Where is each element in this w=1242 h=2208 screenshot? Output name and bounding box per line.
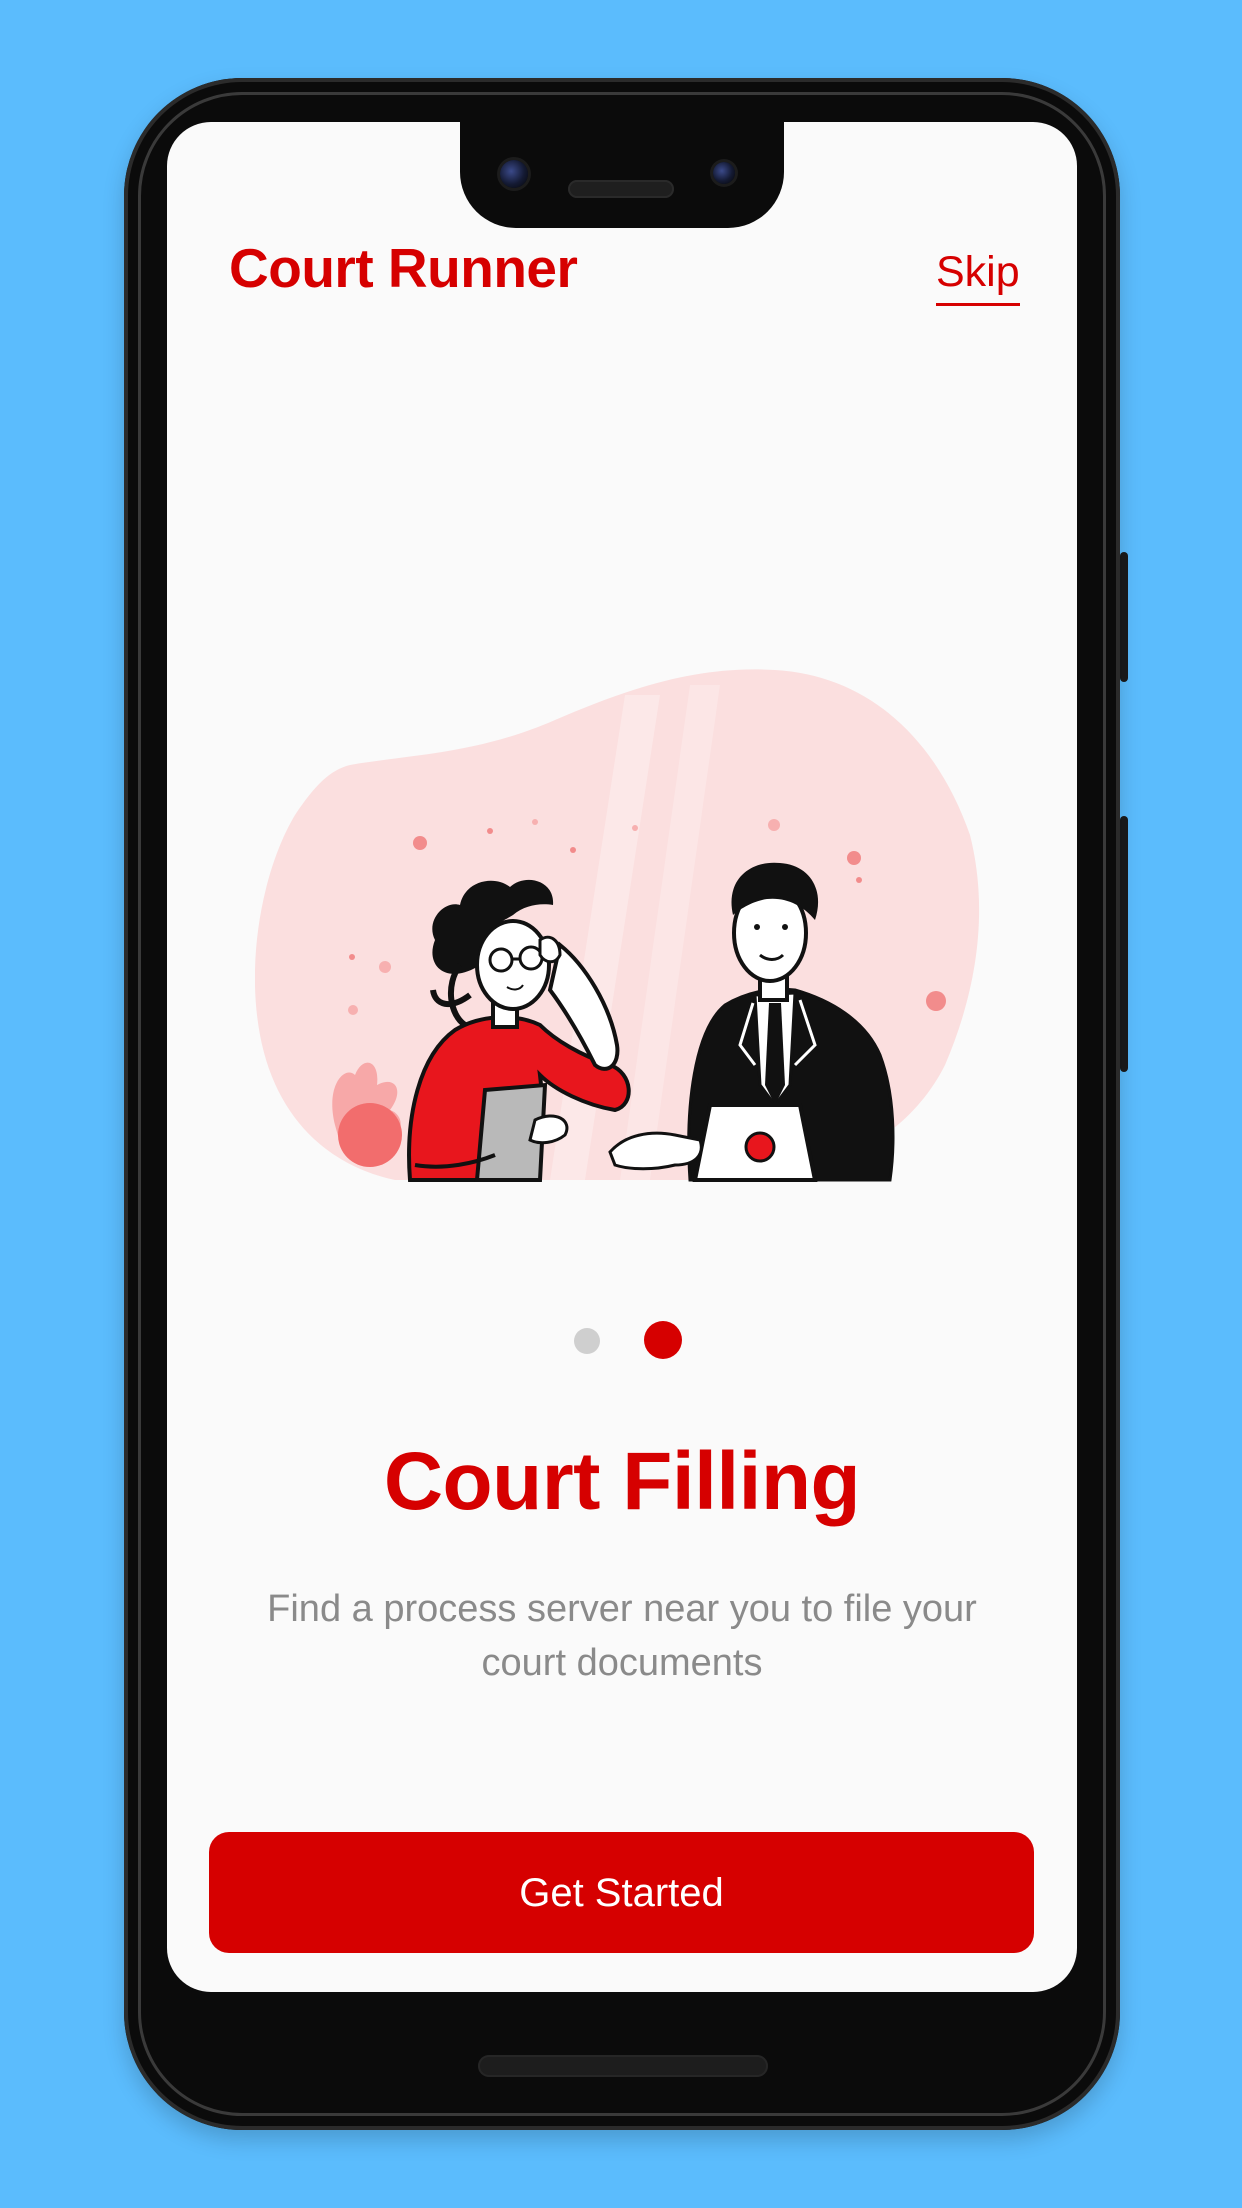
- page-dot-1[interactable]: [574, 1328, 600, 1354]
- page-dot-2-active[interactable]: [644, 1321, 682, 1359]
- slide-title: Court Filling: [383, 1436, 861, 1527]
- decor-dot: [632, 825, 638, 831]
- decor-dot: [856, 877, 862, 883]
- sensor-icon: [713, 162, 735, 184]
- page-indicator: [570, 1320, 700, 1360]
- slide-description: Find a process server near you to file y…: [267, 1588, 977, 1684]
- home-indicator: [478, 2055, 768, 2077]
- power-button: [1120, 552, 1128, 682]
- skip-button[interactable]: Skip: [936, 248, 1020, 306]
- decor-dot: [413, 836, 427, 850]
- decor-dot: [349, 954, 355, 960]
- app-title: Court Runner: [229, 237, 578, 299]
- onboarding-illustration: [255, 669, 980, 1182]
- earpiece-speaker: [568, 180, 674, 198]
- volume-button: [1120, 816, 1128, 1072]
- decor-dot: [768, 819, 780, 831]
- decor-dot: [532, 819, 538, 825]
- decor-dot: [570, 847, 576, 853]
- decor-dot: [348, 1005, 358, 1015]
- decor-dot: [487, 828, 493, 834]
- front-camera-icon: [500, 160, 528, 188]
- get-started-button[interactable]: Get Started: [209, 1832, 1034, 1953]
- decor-dot: [926, 991, 946, 1011]
- decor-dot: [379, 961, 391, 973]
- plant-icon: [338, 1103, 402, 1167]
- decor-dot: [847, 851, 861, 865]
